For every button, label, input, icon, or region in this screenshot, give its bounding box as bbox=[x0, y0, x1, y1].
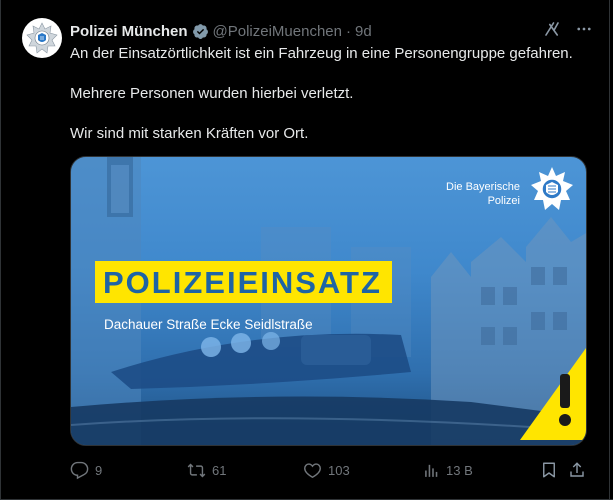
reply-count: 9 bbox=[95, 462, 103, 478]
brand-line: Die Bayerische bbox=[446, 181, 520, 193]
reply-button[interactable]: 9 bbox=[70, 458, 102, 482]
divider bbox=[609, 0, 610, 500]
view-count: 13 В bbox=[446, 462, 473, 478]
tweet-paragraph: Mehrere Personen wurden hierbei verletzt… bbox=[70, 85, 354, 102]
separator: · bbox=[345, 22, 351, 40]
verified-badge-icon[interactable] bbox=[192, 23, 209, 40]
banner-text: POLIZEIEINSATZ bbox=[103, 265, 382, 300]
bookmark-button[interactable] bbox=[540, 458, 558, 482]
tweet-text: An der Einsatzörtlichkeit ist ein Fahrze… bbox=[70, 44, 595, 144]
bookmark-icon bbox=[540, 461, 558, 479]
tweet-media-image[interactable]: Die Bayerische Polizei POLIZEIEINSATZ Da… bbox=[70, 156, 587, 446]
reply-icon bbox=[70, 461, 89, 480]
views-icon bbox=[423, 462, 440, 479]
location-text: Dachauer Straße Ecke Seidlstraße bbox=[104, 317, 313, 332]
police-star-logo-icon bbox=[528, 165, 576, 218]
police-star-logo-icon bbox=[26, 22, 58, 54]
warning-icon bbox=[520, 344, 586, 445]
like-count: 103 bbox=[328, 462, 350, 478]
like-icon bbox=[303, 461, 322, 480]
tweet-card[interactable]: Polizei München @PolizeiMuenchen · 9d An… bbox=[0, 0, 613, 500]
divider bbox=[0, 0, 1, 500]
timestamp[interactable]: 9d bbox=[355, 23, 372, 40]
tweet-paragraph: Wir sind mit starken Kräften vor Ort. bbox=[70, 125, 309, 142]
author-name[interactable]: Polizei München bbox=[70, 23, 188, 40]
grok-icon[interactable] bbox=[543, 20, 561, 42]
views-button[interactable]: 13 В bbox=[423, 458, 473, 482]
brand-line: Polizei bbox=[487, 195, 520, 207]
like-button[interactable]: 103 bbox=[303, 458, 350, 482]
tweet-header: Polizei München @PolizeiMuenchen · 9d bbox=[70, 20, 593, 42]
share-button[interactable] bbox=[568, 458, 586, 482]
more-icon[interactable] bbox=[575, 20, 593, 42]
tweet-paragraph: An der Einsatzörtlichkeit ist ein Fahrze… bbox=[70, 45, 573, 62]
repost-button[interactable]: 61 bbox=[187, 458, 226, 482]
repost-icon bbox=[187, 461, 206, 480]
share-icon bbox=[568, 461, 586, 479]
banner: POLIZEIEINSATZ bbox=[95, 261, 392, 303]
avatar[interactable] bbox=[22, 18, 62, 58]
repost-count: 61 bbox=[212, 462, 227, 478]
brand-text: Die Bayerische Polizei bbox=[446, 180, 520, 208]
tweet-actions: 9 61 103 13 В bbox=[70, 458, 590, 482]
author-handle[interactable]: @PolizeiMuenchen bbox=[213, 23, 342, 40]
